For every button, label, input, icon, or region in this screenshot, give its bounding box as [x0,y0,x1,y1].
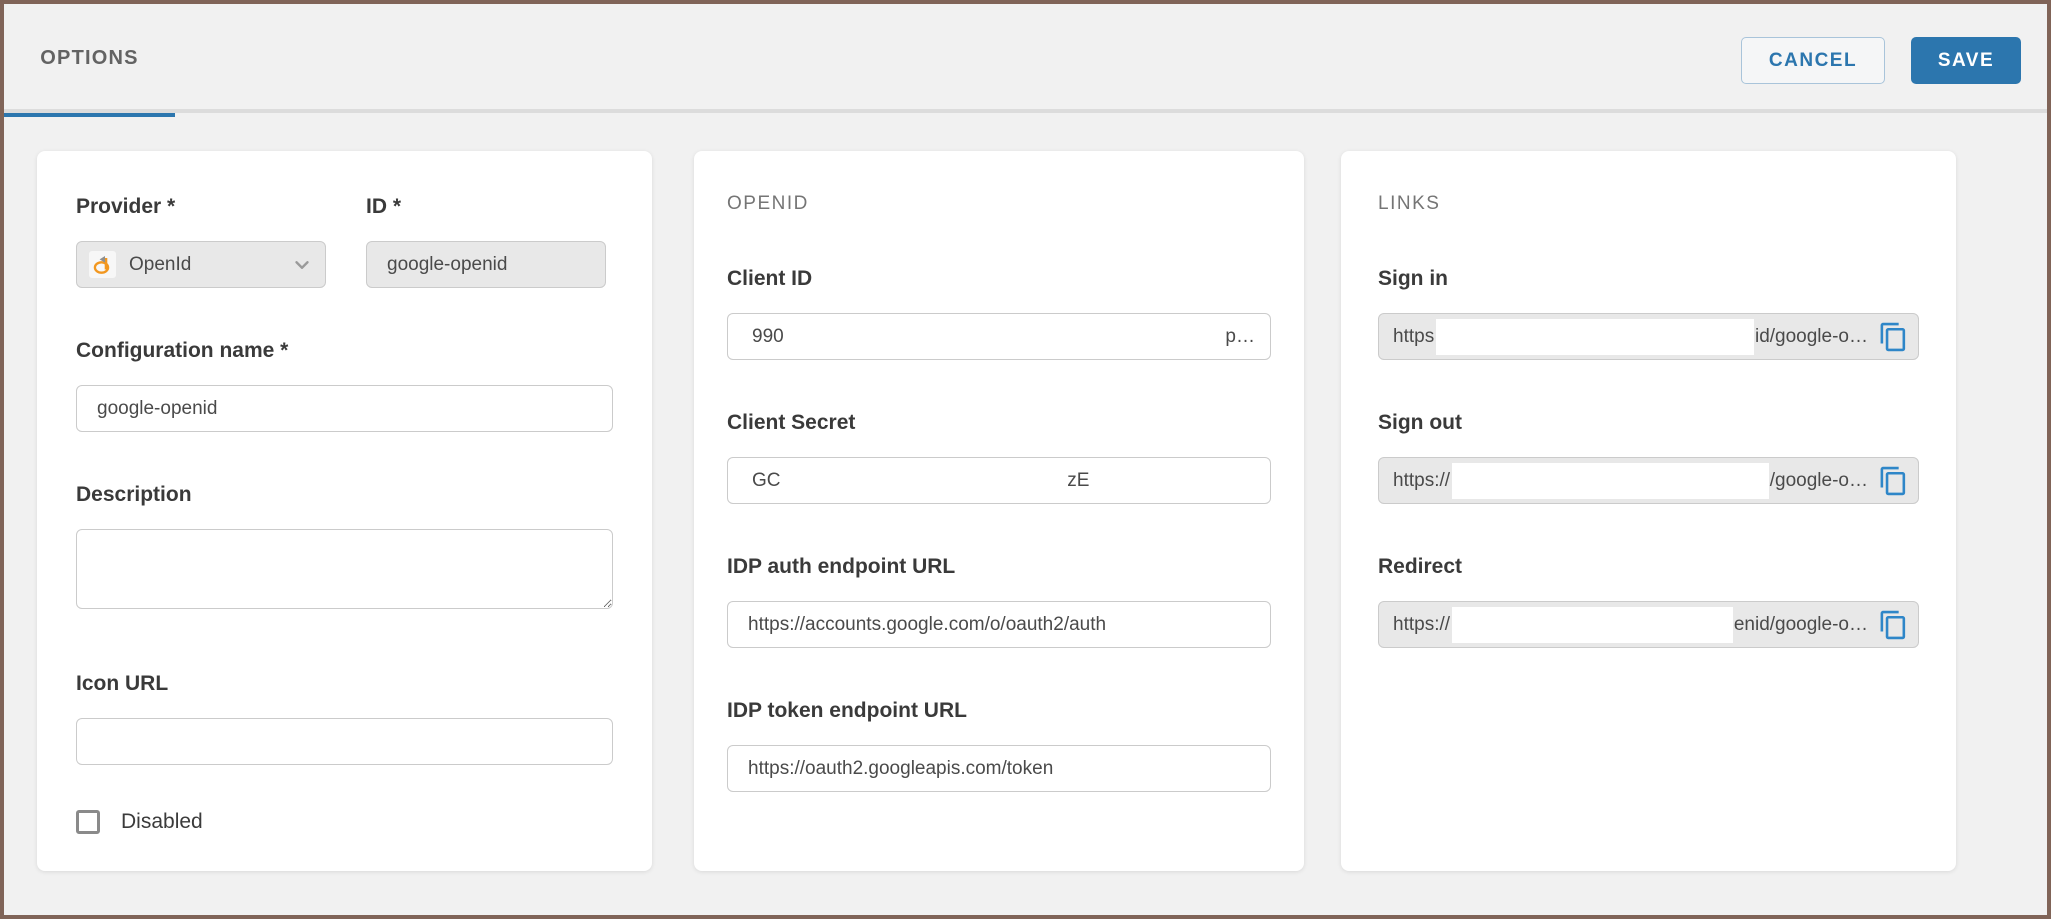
client-secret-end: zE [1067,470,1089,492]
client-secret-start: GC [752,470,781,492]
redirect-url-end: enid/google-o… [1734,614,1868,636]
main-content: Provider * OpenId [37,151,2047,871]
redaction-overlay [781,464,1068,498]
redaction-overlay [1452,463,1769,499]
openid-icon [89,251,116,278]
links-card: LINKS Sign in https id/google-o… Sign ou… [1341,151,1956,871]
disabled-label: Disabled [121,810,203,834]
client-id-start: 990 [752,326,784,348]
icon-url-label: Icon URL [76,671,613,696]
sign-out-url-end: /google-o… [1770,470,1868,492]
configuration-name-field[interactable] [76,385,613,432]
provider-select[interactable]: OpenId [76,241,326,288]
idp-auth-endpoint-field[interactable] [727,601,1271,648]
links-section-label: LINKS [1378,192,1919,216]
client-id-end: p… [1225,326,1255,348]
tab-options[interactable]: OPTIONS [4,4,175,113]
configuration-name-label: Configuration name * [76,338,613,363]
description-label: Description [76,482,613,507]
openid-card: OPENID Client ID 990 p… Client Secret GC… [694,151,1304,871]
header-actions: CANCEL SAVE [1741,37,2021,84]
sign-in-label: Sign in [1378,266,1919,291]
general-options-card: Provider * OpenId [37,151,652,871]
sign-in-url-end: id/google-o… [1755,326,1868,348]
icon-url-field[interactable] [76,718,613,765]
sign-out-url-start: https:// [1393,470,1450,492]
top-bar: OPTIONS CANCEL SAVE [4,4,2047,113]
redaction-overlay [1089,464,1255,498]
client-id-label: Client ID [727,266,1271,291]
id-field[interactable] [366,241,606,288]
idp-token-endpoint-field[interactable] [727,745,1271,792]
copy-icon[interactable] [1875,461,1911,501]
save-button[interactable]: SAVE [1911,37,2021,84]
openid-section-label: OPENID [727,192,1271,216]
sign-in-field: https id/google-o… [1378,313,1919,360]
redirect-label: Redirect [1378,554,1919,579]
client-secret-label: Client Secret [727,410,1271,435]
cancel-button[interactable]: CANCEL [1741,37,1885,84]
id-label: ID * [366,194,606,219]
client-secret-field[interactable]: GC zE [727,457,1271,504]
app-window: OPTIONS CANCEL SAVE Provider * [0,0,2051,919]
copy-icon[interactable] [1875,317,1911,357]
copy-icon[interactable] [1875,605,1911,645]
idp-token-endpoint-label: IDP token endpoint URL [727,698,1271,723]
redirect-url-start: https:// [1393,614,1450,636]
sign-out-field: https:// /google-o… [1378,457,1919,504]
redaction-overlay [1436,319,1754,355]
tab-options-label: OPTIONS [40,47,138,70]
provider-label: Provider * [76,194,326,219]
client-id-field[interactable]: 990 p… [727,313,1271,360]
chevron-down-icon [291,254,313,276]
idp-auth-endpoint-label: IDP auth endpoint URL [727,554,1271,579]
provider-value: OpenId [129,254,191,276]
disabled-row: Disabled [76,810,613,834]
description-field[interactable] [76,529,613,609]
provider-id-row: Provider * OpenId [76,194,613,288]
sign-in-url-start: https [1393,326,1434,348]
redirect-field: https:// enid/google-o… [1378,601,1919,648]
redaction-overlay [784,320,1226,354]
disabled-checkbox[interactable] [76,810,100,834]
redaction-overlay [1452,607,1733,643]
sign-out-label: Sign out [1378,410,1919,435]
